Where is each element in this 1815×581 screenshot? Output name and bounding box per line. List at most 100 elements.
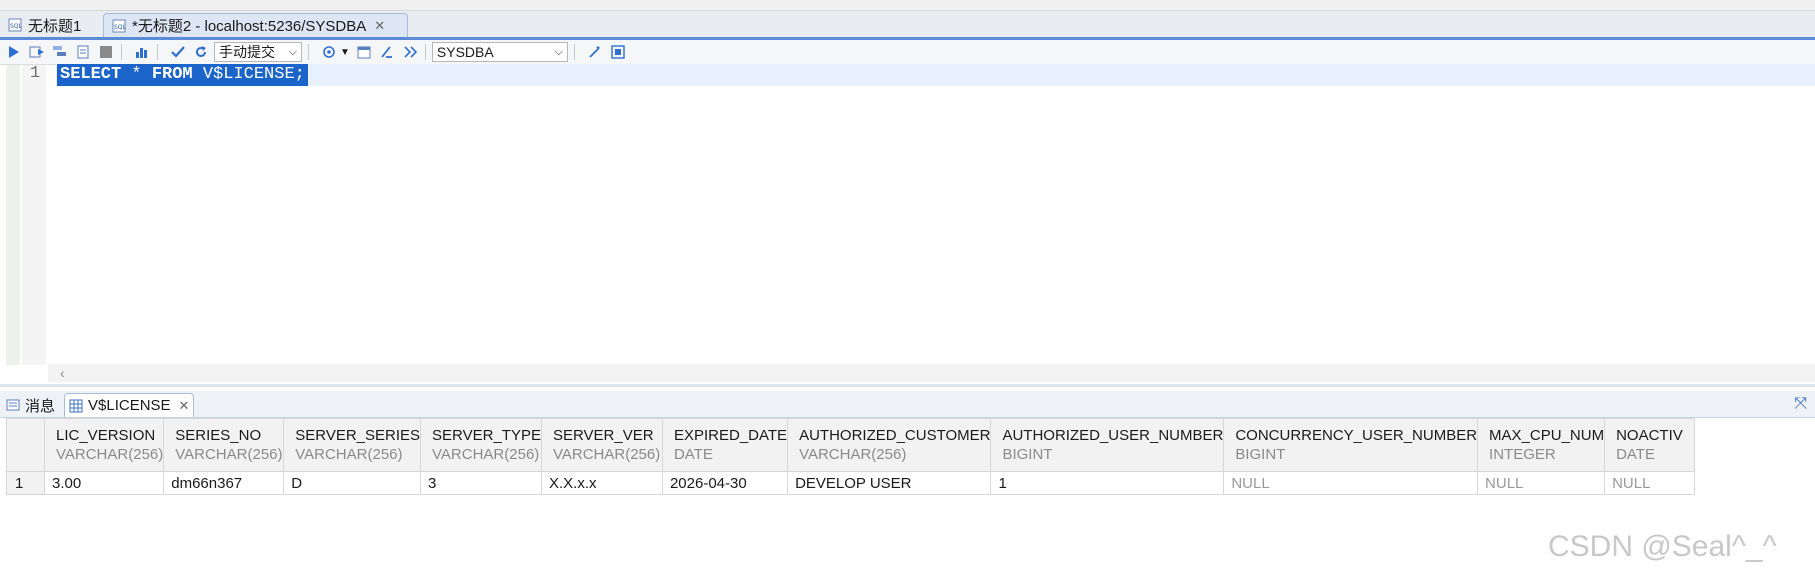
table-cell[interactable]: 3 xyxy=(420,471,542,495)
commit-mode-select[interactable]: 手动提交 ⌵ xyxy=(214,42,302,62)
separator xyxy=(424,44,426,60)
column-header[interactable]: AUTHORIZED_CUSTOMER VARCHAR(256) xyxy=(787,418,992,472)
run-icon[interactable] xyxy=(5,43,23,61)
statistics-icon[interactable] xyxy=(133,43,151,61)
tab-untitled-1[interactable]: SQL 无标题1 xyxy=(0,13,98,37)
run-selection-icon[interactable] xyxy=(28,43,46,61)
rollback-icon[interactable] xyxy=(192,43,210,61)
column-type: BIGINT xyxy=(1002,446,1053,463)
table-grid-icon xyxy=(69,399,83,412)
tab-result-vlicense[interactable]: V$LICENSE ✕ xyxy=(64,393,194,417)
column-header[interactable]: SERVER_TYPE VARCHAR(256) xyxy=(420,418,542,472)
line-number: 1 xyxy=(30,64,41,83)
jump-icon[interactable] xyxy=(401,43,419,61)
separator xyxy=(157,44,158,60)
current-line-highlight xyxy=(56,64,1815,86)
magic-wand-icon[interactable] xyxy=(586,43,604,61)
scroll-left-icon[interactable]: ‹ xyxy=(60,365,65,381)
column-type: VARCHAR(256) xyxy=(175,446,283,463)
explain-icon[interactable] xyxy=(74,43,92,61)
column-name: LIC_VERSION xyxy=(56,427,156,444)
column-name: SERVER_TYPE xyxy=(432,427,541,444)
column-type: INTEGER xyxy=(1489,446,1556,463)
column-type: VARCHAR(256) xyxy=(295,446,403,463)
close-icon[interactable]: ✕ xyxy=(374,18,385,34)
table-cell[interactable]: NULL xyxy=(1477,471,1606,495)
row-number[interactable]: 1 xyxy=(6,471,45,495)
column-type: VARCHAR(256) xyxy=(552,446,661,463)
table-cell[interactable]: 1 xyxy=(990,471,1225,495)
stop-icon[interactable] xyxy=(97,43,115,61)
table-cell[interactable]: dm66n367 xyxy=(163,471,285,495)
column-name: AUTHORIZED_CUSTOMER xyxy=(799,427,991,444)
column-header[interactable]: SERVER_VER VARCHAR(256) xyxy=(540,418,663,472)
chevron-down-icon: ⌵ xyxy=(288,45,297,58)
table-cell[interactable]: NULL xyxy=(1604,471,1696,495)
sql-star: * xyxy=(121,65,152,84)
column-type: VARCHAR(256) xyxy=(432,446,540,463)
column-name: SERIES_NO xyxy=(175,427,262,444)
svg-text:SQL: SQL xyxy=(114,24,126,31)
tab-label: 消息 xyxy=(25,397,56,415)
tab-messages[interactable]: 消息 xyxy=(6,393,55,417)
column-name: SERVER_VER xyxy=(552,427,654,444)
result-grid: LIC_VERSION VARCHAR(256) SERIES_NO VARCHAR… xyxy=(6,418,1696,495)
sql-keyword: FROM xyxy=(151,65,193,84)
table-row[interactable]: 1 3.00 dm66n367 D 3 X.X.x.x 2026-04-30 D… xyxy=(6,471,1696,495)
column-name: MAX_CPU_NUM xyxy=(1489,427,1605,444)
close-panel-icon[interactable]: ⤧ xyxy=(1794,395,1807,413)
schema-value: SYSDBA xyxy=(436,44,494,60)
column-type: VARCHAR(256) xyxy=(56,446,164,463)
commit-mode-value: 手动提交 xyxy=(219,44,275,60)
close-icon[interactable]: ✕ xyxy=(179,398,190,414)
separator xyxy=(573,44,575,60)
run-script-icon[interactable] xyxy=(51,43,69,61)
result-tab-bar: 消息 V$LICENSE ✕ xyxy=(0,391,1815,418)
layout-icon[interactable] xyxy=(609,43,627,61)
chevron-down-icon: ⌵ xyxy=(554,45,563,58)
schema-select[interactable]: SYSDBA ⌵ xyxy=(431,42,568,62)
format-icon[interactable] xyxy=(378,43,396,61)
table-cell[interactable]: 3.00 xyxy=(43,471,165,495)
column-type: VARCHAR(256) xyxy=(799,446,907,463)
caret-down-icon[interactable]: ▼ xyxy=(340,47,350,58)
message-icon xyxy=(6,399,20,411)
panel-divider[interactable] xyxy=(0,384,1815,387)
table-cell[interactable]: D xyxy=(283,471,422,495)
column-header[interactable]: AUTHORIZED_USER_NUMBER BIGINT xyxy=(990,418,1225,472)
column-name: SERVER_SERIES xyxy=(295,427,421,444)
column-type: DATE xyxy=(673,446,713,463)
column-type: DATE xyxy=(1616,446,1655,463)
commit-icon[interactable] xyxy=(169,43,187,61)
horizontal-scrollbar[interactable]: ‹ xyxy=(48,364,1815,382)
column-header[interactable]: NOACTIV DATE xyxy=(1604,418,1696,472)
column-header[interactable]: SERIES_NO VARCHAR(256) xyxy=(163,418,285,472)
table-cell[interactable]: X.X.x.x xyxy=(540,471,663,495)
table-cell[interactable]: NULL xyxy=(1223,471,1479,495)
svg-text:SQL: SQL xyxy=(10,23,22,30)
column-header[interactable]: MAX_CPU_NUM INTEGER xyxy=(1477,418,1606,472)
separator xyxy=(308,44,309,60)
column-header[interactable]: LIC_VERSION VARCHAR(256) xyxy=(43,418,165,472)
tab-label: 无标题1 xyxy=(28,17,82,35)
separator xyxy=(121,44,122,60)
column-header[interactable]: EXPIRED_DATE DATE xyxy=(661,418,789,472)
sql-table: V$LICENSE; xyxy=(192,65,305,84)
column-header[interactable]: CONCURRENCY_USER_NUMBER BIGINT xyxy=(1223,418,1479,472)
column-name: EXPIRED_DATE xyxy=(673,427,788,444)
column-name: AUTHORIZED_USER_NUMBER xyxy=(1002,427,1224,444)
line-number-column xyxy=(22,65,46,365)
target-icon[interactable] xyxy=(320,43,338,61)
editor-tab-bar: SQL 无标题1 SQL *无标题2 - localhost:5236/SYSD… xyxy=(0,11,1815,40)
sql-keyword: SELECT xyxy=(60,65,122,84)
top-toolbar-strip xyxy=(0,0,1815,11)
column-name: CONCURRENCY_USER_NUMBER xyxy=(1235,427,1478,444)
calendar-icon[interactable] xyxy=(355,43,373,61)
column-header[interactable]: SERVER_SERIES VARCHAR(256) xyxy=(283,418,422,472)
tab-label: V$LICENSE xyxy=(88,397,171,414)
tab-untitled-2[interactable]: SQL *无标题2 - localhost:5236/SYSDBA ✕ xyxy=(103,13,408,37)
table-cell[interactable]: DEVELOP USER xyxy=(787,471,992,495)
table-cell[interactable]: 2026-04-30 xyxy=(661,471,789,495)
sql-statement[interactable]: SELECT * FROM V$LICENSE; xyxy=(57,64,308,86)
tab-label: *无标题2 - localhost:5236/SYSDBA xyxy=(132,18,367,35)
